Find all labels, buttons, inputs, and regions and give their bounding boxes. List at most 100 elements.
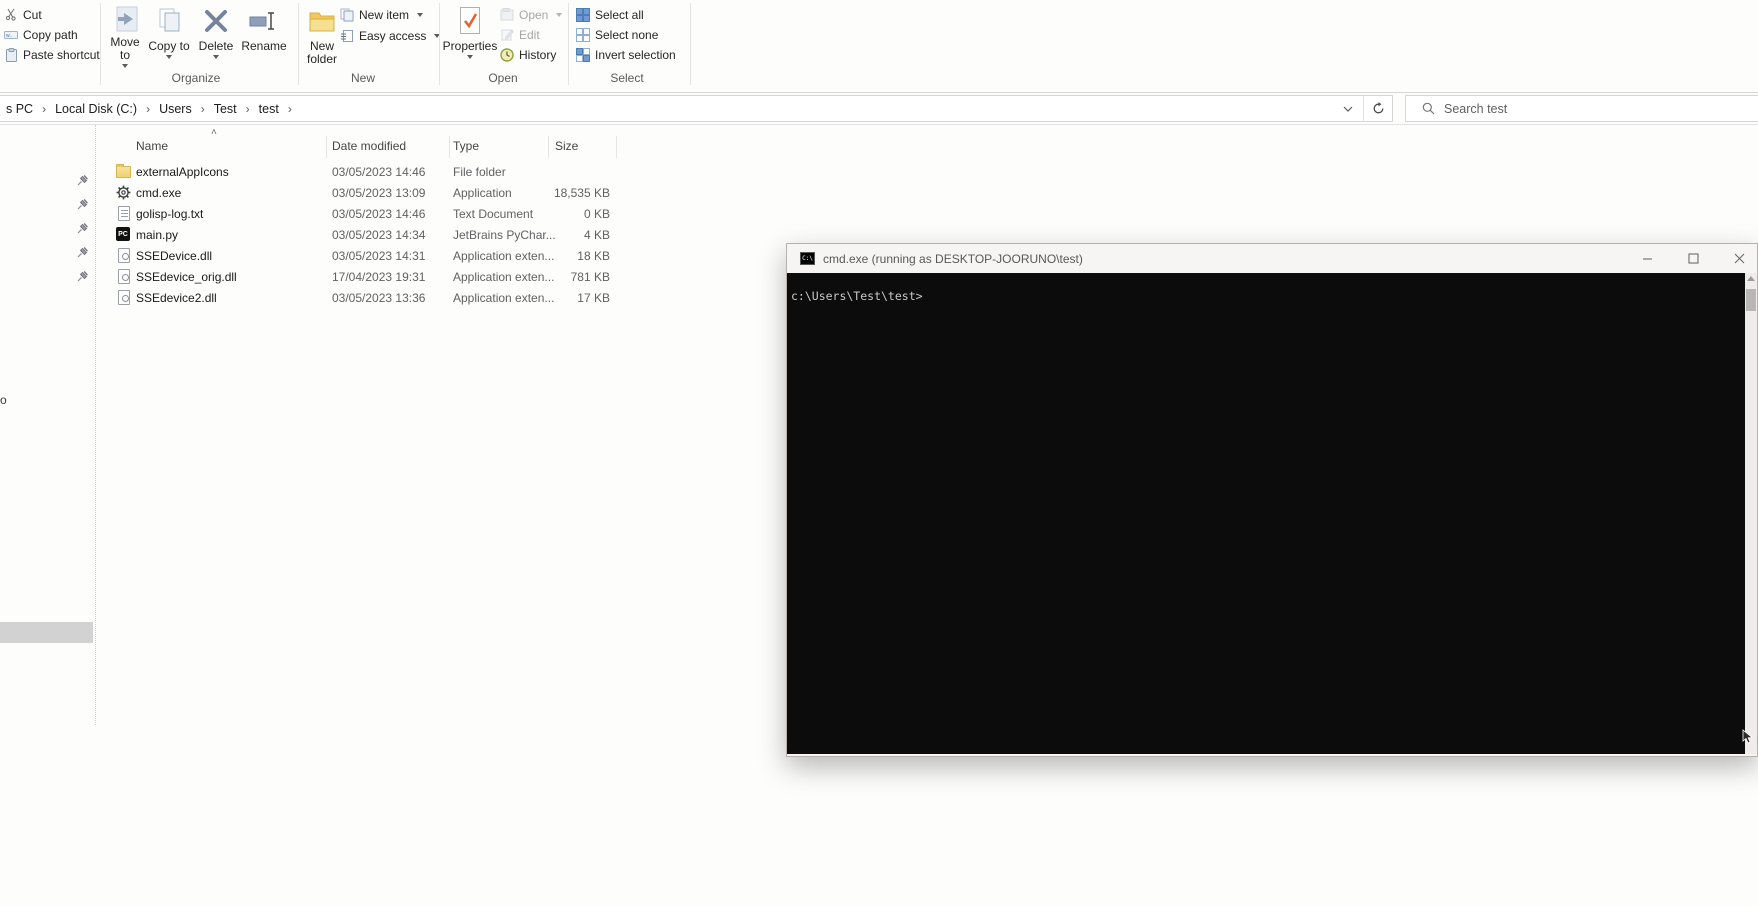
file-type: Application [453,186,512,200]
invert-selection-button[interactable]: Invert selection [576,45,676,64]
dll-icon [118,290,130,305]
file-name[interactable]: SSEDevice.dll [136,249,212,263]
file-name[interactable]: cmd.exe [136,186,181,200]
search-placeholder: Search test [1444,101,1508,116]
column-header-type[interactable]: Type [453,139,479,153]
header-separator[interactable] [326,136,327,158]
column-header-size[interactable]: Size [555,139,578,153]
close-icon [1734,253,1744,263]
ribbon-separator [568,3,569,85]
search-input[interactable]: Search test [1405,95,1758,122]
pin-icon [76,222,90,236]
file-name[interactable]: SSEdevice2.dll [136,291,217,305]
file-date-modified: 03/05/2023 13:36 [332,291,426,305]
pin-icon [76,198,90,212]
scrollbar-up-arrow[interactable] [1747,276,1755,281]
copy-path-button[interactable]: w.. Copy path [4,25,78,44]
file-row[interactable]: externalAppIcons 03/05/2023 14:46 File fol… [101,162,761,183]
breadcrumb-separator-icon[interactable]: › [38,102,50,116]
rename-button[interactable]: Rename [240,3,288,67]
address-bar-row: s PC › Local Disk (C:) › Users › Test › test › Se… [0,94,1758,125]
file-name[interactable]: externalAppIcons [136,165,229,179]
maximize-button[interactable] [1684,249,1702,267]
dll-icon [118,269,130,284]
select-all-button[interactable]: Select all [576,5,644,24]
new-folder-icon [307,5,337,37]
maximize-icon [1687,252,1699,264]
file-name[interactable]: golisp-log.txt [136,207,203,221]
breadcrumb-separator-icon[interactable]: › [197,102,209,116]
scissors-icon [4,8,18,22]
dll-icon [118,248,130,263]
breadcrumb-item[interactable]: Users [154,102,197,116]
file-row[interactable]: golisp-log.txt 03/05/2023 14:46 Text Docum… [101,204,761,225]
cmd-title-bar[interactable]: C:\ cmd.exe (running as DESKTOP-JOORUNO\… [787,244,1757,273]
minimize-button[interactable] [1638,249,1656,267]
file-row[interactable]: SSEdevice2.dll 03/05/2023 13:36 Applicatio… [101,288,761,309]
delete-button[interactable]: Delete [194,3,238,67]
breadcrumb-separator-icon[interactable]: › [284,102,296,116]
breadcrumb-separator-icon[interactable]: › [142,102,154,116]
file-name[interactable]: SSEdevice_orig.dll [136,270,237,284]
move-to-button[interactable]: Move to [104,3,146,68]
select-none-button[interactable]: Select none [576,25,658,44]
file-row[interactable]: cmd.exe 03/05/2023 13:09 Application 18,535… [101,183,761,204]
file-size: 18,535 KB [553,186,610,200]
file-row[interactable]: PC main.py 03/05/2023 14:34 JetBrains PyCha… [101,225,761,246]
ribbon-separator [690,3,691,85]
file-row[interactable]: SSEdevice_orig.dll 17/04/2023 19:31 Applic… [101,267,761,288]
easy-access-icon [340,29,354,43]
edit-button: Edit [500,25,540,44]
cmd-window[interactable]: C:\ cmd.exe (running as DESKTOP-JOORUNO\… [786,243,1758,757]
breadcrumb-item[interactable]: s PC [1,102,38,116]
breadcrumb-item[interactable]: test [254,102,284,116]
properties-icon [457,5,483,37]
refresh-button[interactable] [1363,96,1393,121]
dropdown-caret [213,55,219,59]
column-header-date[interactable]: Date modified [332,139,406,153]
close-button[interactable] [1730,249,1748,267]
file-row[interactable]: SSEDevice.dll 03/05/2023 14:31 Application… [101,246,761,267]
cmd-icon: C:\ [800,252,815,265]
console-scrollbar[interactable] [1745,273,1757,754]
address-dropdown-button[interactable] [1334,96,1362,121]
svg-text:w..: w.. [6,33,12,39]
dropdown-caret [466,55,473,59]
ribbon-separator [439,3,440,85]
header-separator[interactable] [449,136,450,158]
refresh-icon [1373,102,1384,114]
sort-ascending-icon: ˄ [211,127,217,138]
ribbon-separator [298,3,299,85]
history-button[interactable]: History [500,45,556,64]
pin-icon [76,270,90,284]
file-date-modified: 03/05/2023 14:34 [332,228,426,242]
new-folder-button[interactable]: New folder [300,3,344,67]
header-separator[interactable] [548,136,549,158]
nav-selected-item-highlight[interactable] [0,622,93,643]
search-icon [1422,102,1435,115]
file-name[interactable]: main.py [136,228,178,242]
console-output[interactable]: c:\Users\Test\test> [787,273,1745,754]
scrollbar-thumb[interactable] [1746,289,1756,311]
new-item-icon [340,8,354,22]
rename-icon [249,5,279,37]
column-header-name[interactable]: Name [136,139,168,153]
file-date-modified: 03/05/2023 14:46 [332,165,426,179]
edit-pencil-icon [500,28,514,42]
copy-to-button[interactable]: Copy to [148,3,190,67]
cut-button[interactable]: Cut [4,5,42,24]
properties-button[interactable]: Properties [442,3,498,67]
address-bar[interactable]: s PC › Local Disk (C:) › Users › Test › test › [0,95,1393,122]
breadcrumb-separator-icon[interactable]: › [242,102,254,116]
group-label-select: Select [610,71,644,85]
new-item-button[interactable]: New item [340,5,424,24]
header-separator[interactable] [616,136,617,158]
pin-icon [76,246,90,260]
paste-shortcut-button[interactable]: Paste shortcut [4,45,100,64]
clipboard-icon [4,47,18,62]
file-size: 4 KB [583,228,610,242]
breadcrumb: s PC › Local Disk (C:) › Users › Test › test › [0,102,296,116]
easy-access-button[interactable]: Easy access [340,26,441,45]
breadcrumb-item[interactable]: Local Disk (C:) [50,102,142,116]
breadcrumb-item[interactable]: Test [209,102,242,116]
